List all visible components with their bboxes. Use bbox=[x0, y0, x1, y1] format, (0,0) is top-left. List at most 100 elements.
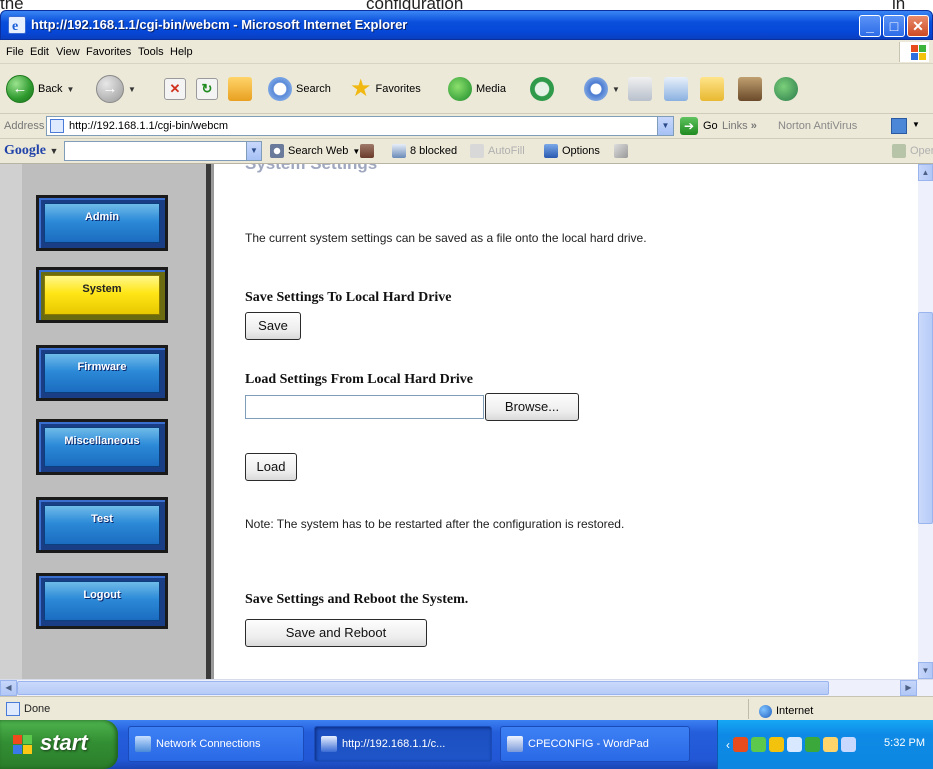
forward-button[interactable]: → ▼ bbox=[96, 74, 136, 104]
stop-button[interactable]: ✕ bbox=[164, 74, 186, 104]
menu-help[interactable]: Help bbox=[170, 46, 193, 58]
menu-view[interactable]: View bbox=[56, 46, 80, 58]
stop-icon: ✕ bbox=[164, 78, 186, 100]
options-icon bbox=[544, 144, 558, 158]
tray-icon[interactable] bbox=[787, 737, 802, 752]
scroll-down-icon[interactable]: ▼ bbox=[918, 662, 933, 679]
task-internet-explorer[interactable]: http://192.168.1.1/c... bbox=[314, 726, 492, 762]
norton-icon[interactable] bbox=[891, 118, 907, 134]
popup-blocker-button[interactable]: 8 blocked bbox=[392, 144, 457, 158]
favorites-button[interactable]: ★ Favorites bbox=[350, 74, 421, 104]
horizontal-scrollbar[interactable]: ◀ ▶ bbox=[0, 679, 933, 696]
maximize-button[interactable]: □ bbox=[883, 15, 905, 37]
go-button[interactable]: ➔ Go bbox=[680, 117, 718, 135]
internet-explorer-icon[interactable]: e bbox=[8, 16, 26, 34]
scroll-right-icon[interactable]: ▶ bbox=[900, 680, 917, 696]
save-button[interactable]: Save bbox=[245, 312, 301, 340]
task-label: CPECONFIG - WordPad bbox=[528, 738, 649, 750]
google-search-input[interactable] bbox=[64, 141, 262, 161]
refresh-button[interactable]: ↻ bbox=[196, 74, 218, 104]
norton-antivirus-button[interactable]: Norton AntiVirus bbox=[778, 120, 857, 132]
save-and-reboot-button[interactable]: Save and Reboot bbox=[245, 619, 427, 647]
back-button[interactable]: ← Back ▼ bbox=[6, 74, 74, 104]
tray-icon[interactable] bbox=[823, 737, 838, 752]
load-button[interactable]: Load bbox=[245, 453, 297, 481]
task-wordpad[interactable]: CPECONFIG - WordPad bbox=[500, 726, 690, 762]
pencil-icon bbox=[614, 144, 628, 158]
browse-button[interactable]: Browse... bbox=[485, 393, 579, 421]
tray-icon[interactable] bbox=[733, 737, 748, 752]
network-icon bbox=[135, 736, 151, 752]
highlight-button[interactable] bbox=[614, 144, 628, 158]
task-network-connections[interactable]: Network Connections bbox=[128, 726, 304, 762]
menu-file[interactable]: File bbox=[6, 46, 24, 58]
options-button[interactable]: Options bbox=[544, 144, 600, 158]
nav-system[interactable]: System bbox=[36, 267, 168, 323]
open-button[interactable]: Open bbox=[892, 144, 933, 158]
chevron-down-icon[interactable]: ▼ bbox=[246, 142, 261, 160]
blocked-count-label: 8 blocked bbox=[410, 145, 458, 157]
tray-icon[interactable] bbox=[805, 737, 820, 752]
media-button[interactable]: Media bbox=[448, 74, 506, 104]
screen: the configuration in e http://192.168.1.… bbox=[0, 0, 933, 769]
chevron-left-icon[interactable]: ‹ bbox=[726, 738, 730, 752]
history-button[interactable] bbox=[530, 74, 554, 104]
horizontal-scroll-thumb[interactable] bbox=[17, 681, 829, 695]
autofill-icon bbox=[470, 144, 484, 158]
vertical-scroll-thumb[interactable] bbox=[918, 312, 933, 524]
chevron-down-icon: ▼ bbox=[128, 84, 136, 94]
page-icon bbox=[6, 702, 20, 716]
research-icon bbox=[738, 77, 762, 101]
chevron-right-icon: » bbox=[750, 120, 757, 132]
start-button[interactable]: start bbox=[0, 720, 118, 769]
menu-tools[interactable]: Tools bbox=[138, 46, 164, 58]
research-button[interactable] bbox=[738, 74, 762, 104]
home-button[interactable] bbox=[228, 74, 252, 104]
chevron-down-icon[interactable]: ▼ bbox=[657, 116, 674, 136]
links-label: Links bbox=[722, 120, 748, 132]
nav-test[interactable]: Test bbox=[36, 497, 168, 553]
mail-button[interactable]: ▼ bbox=[584, 74, 620, 104]
folder-button[interactable] bbox=[700, 74, 724, 104]
page-icon bbox=[50, 119, 64, 133]
open-label: Open bbox=[910, 145, 933, 157]
settings-file-input[interactable] bbox=[245, 395, 484, 419]
close-button[interactable]: ✕ bbox=[907, 15, 929, 37]
google-logo-button[interactable]: Google ▼ bbox=[4, 143, 58, 159]
clock[interactable]: 5:32 PM bbox=[884, 737, 925, 749]
tray-icon[interactable] bbox=[841, 737, 856, 752]
scroll-up-icon[interactable]: ▲ bbox=[918, 164, 933, 181]
edit-button[interactable] bbox=[664, 74, 688, 104]
nav-admin[interactable]: Admin bbox=[36, 195, 168, 251]
chevron-down-icon[interactable]: ▼ bbox=[912, 120, 920, 129]
start-label: start bbox=[40, 730, 88, 755]
system-settings-content: System Settings The current system setti… bbox=[245, 164, 905, 679]
pagerank-button[interactable] bbox=[360, 144, 374, 158]
nav-logout[interactable]: Logout bbox=[36, 573, 168, 629]
links-button[interactable]: Links » bbox=[722, 120, 757, 132]
edit-icon bbox=[664, 77, 688, 101]
nav-firmware[interactable]: Firmware bbox=[36, 345, 168, 401]
windows-flag-icon bbox=[12, 734, 34, 756]
autofill-button[interactable]: AutoFill bbox=[470, 144, 525, 158]
security-zone[interactable]: Internet bbox=[748, 699, 933, 719]
tray-icon[interactable] bbox=[751, 737, 766, 752]
nav-miscellaneous[interactable]: Miscellaneous bbox=[36, 419, 168, 475]
minimize-button[interactable]: _ bbox=[859, 15, 881, 37]
go-label: Go bbox=[703, 120, 718, 132]
scroll-left-icon[interactable]: ◀ bbox=[0, 680, 17, 696]
search-button[interactable]: Search bbox=[268, 74, 331, 104]
messenger-button[interactable] bbox=[774, 74, 798, 104]
print-button[interactable] bbox=[628, 74, 652, 104]
address-label: Address bbox=[4, 120, 45, 132]
address-input[interactable]: http://192.168.1.1/cgi-bin/webcm bbox=[46, 116, 674, 136]
chevron-down-icon: ▼ bbox=[612, 84, 620, 94]
vertical-scrollbar[interactable]: ▲ ▼ bbox=[918, 164, 933, 679]
search-web-button[interactable]: Search Web ▼ bbox=[270, 144, 360, 158]
menu-edit[interactable]: Edit bbox=[30, 46, 49, 58]
left-navigation: Admin System Firmware Miscellaneous Test… bbox=[0, 164, 214, 679]
menu-favorites[interactable]: Favorites bbox=[86, 46, 131, 58]
tray-icon[interactable] bbox=[769, 737, 784, 752]
window-titlebar[interactable]: e http://192.168.1.1/cgi-bin/webcm - Mic… bbox=[0, 10, 933, 40]
forward-arrow-icon: → bbox=[96, 75, 124, 103]
